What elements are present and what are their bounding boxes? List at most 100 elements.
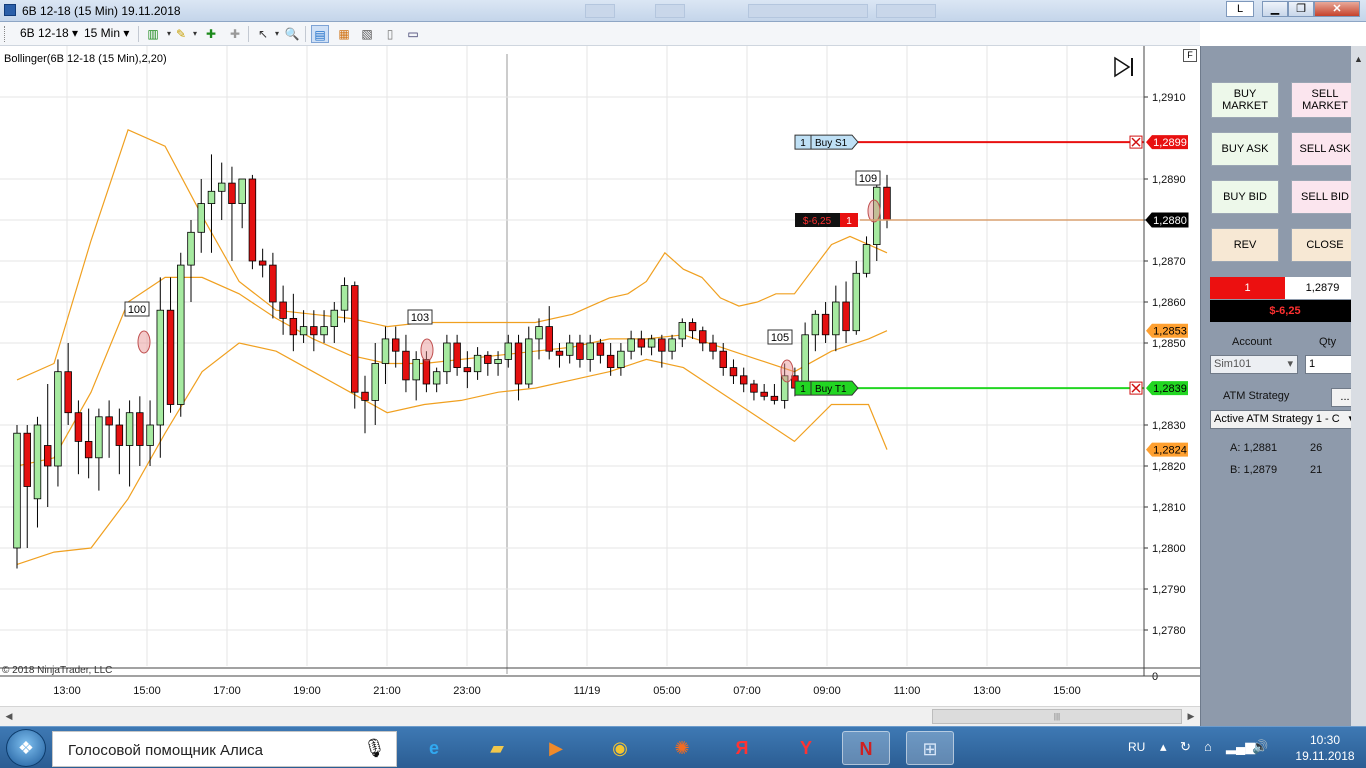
- candle-body: [33, 424, 42, 500]
- candle-body: [412, 358, 420, 381]
- maximize-button[interactable]: ❐: [1288, 1, 1314, 17]
- candle-body: [166, 309, 175, 405]
- horizontal-scrollbar[interactable]: ◀ ||| ▶: [0, 706, 1200, 726]
- close-button[interactable]: ✕: [1314, 1, 1360, 17]
- chart-area[interactable]: 100 103 105 109 1 Buy S1 1 Buy T1 $-6,25 1 13:00…: [0, 46, 1200, 726]
- instrument-selector[interactable]: 6B 12-18 ▾: [20, 26, 78, 40]
- bar-highlight: [780, 359, 794, 383]
- atm-strategy-label: ATM Strategy: [1223, 390, 1290, 402]
- explorer-icon[interactable]: ▰: [473, 731, 521, 765]
- show-hidden-icons-icon[interactable]: ▴: [1160, 739, 1167, 755]
- candle-body: [177, 264, 185, 405]
- clock-date[interactable]: 19.11.2018: [1290, 749, 1360, 763]
- candle-body: [13, 432, 21, 549]
- assistant-search-box[interactable]: Голосовой помощник Алиса 🎙: [52, 731, 397, 767]
- bar-count-label: 100: [124, 301, 150, 317]
- app-tray-icon[interactable]: ↻: [1180, 739, 1191, 755]
- toolbar-separator: [305, 26, 306, 42]
- candle-body: [555, 350, 564, 356]
- sell-bid-button[interactable]: SELL BID: [1291, 180, 1359, 214]
- minimize-button[interactable]: ▁: [1262, 1, 1288, 17]
- candle-body: [678, 322, 687, 340]
- control-panel-icon[interactable]: ⊞: [906, 731, 954, 765]
- candle-body: [473, 354, 482, 373]
- account-select[interactable]: Sim101 ▾: [1210, 355, 1298, 374]
- yandex-browser-icon[interactable]: Y: [782, 731, 830, 765]
- snapshot-icon[interactable]: ▭: [404, 25, 422, 43]
- microphone-icon[interactable]: 🎙: [363, 738, 386, 759]
- panel-scrollbar[interactable]: ▲: [1351, 46, 1366, 726]
- candle-body: [668, 338, 676, 352]
- titlebar-ghost-tab: [655, 4, 685, 18]
- candle-body: [84, 440, 93, 459]
- device-icon[interactable]: ⌂: [1204, 739, 1212, 754]
- candle-body: [351, 285, 359, 393]
- candle-body: [842, 301, 850, 332]
- candle-body: [862, 244, 871, 274]
- window-title: 6B 12-18 (15 Min) 19.11.2018: [22, 4, 181, 18]
- titlebar-ghost-tab: [585, 4, 615, 18]
- start-button[interactable]: ❖: [6, 729, 46, 767]
- ninjatrader-icon[interactable]: N: [842, 731, 890, 765]
- x-tick-label: 21:00: [373, 685, 401, 697]
- ask-size: 26: [1310, 442, 1323, 454]
- candle-body: [688, 322, 697, 332]
- toolbar-separator: [138, 26, 139, 42]
- chrome-icon[interactable]: ◉: [596, 731, 644, 765]
- bar-count-text: 103: [411, 312, 429, 324]
- yandex-icon[interactable]: Я: [718, 731, 766, 765]
- interval-selector[interactable]: 15 Min ▾: [84, 26, 129, 40]
- position-pnl: $-6,25: [1210, 300, 1360, 322]
- link-button[interactable]: L: [1226, 1, 1254, 17]
- network-icon[interactable]: ▂▄▆: [1226, 739, 1255, 755]
- ie-icon[interactable]: e: [410, 731, 458, 765]
- x-tick-label: 15:00: [133, 685, 161, 697]
- remove-indicator-icon[interactable]: ✚: [226, 25, 244, 43]
- bar-count-text: 100: [128, 304, 146, 316]
- candle-body: [514, 342, 523, 385]
- volume-icon[interactable]: 🔊: [1252, 739, 1268, 755]
- x-tick-label: 09:00: [813, 685, 841, 697]
- sell-ask-button[interactable]: SELL ASK: [1291, 132, 1359, 166]
- add-indicator-icon[interactable]: ✚: [202, 25, 220, 43]
- candle-body: [105, 416, 113, 426]
- atm-strategy-select[interactable]: Active ATM Strategy 1 - C ▾: [1210, 410, 1359, 429]
- candle-body: [627, 338, 635, 352]
- close-position-button[interactable]: CLOSE: [1291, 228, 1359, 262]
- candle-body: [525, 338, 533, 385]
- bar-highlight: [420, 338, 434, 362]
- circle-app-icon[interactable]: ✺: [658, 731, 706, 765]
- scroll-up-icon[interactable]: ▲: [1354, 54, 1363, 64]
- candle-body: [596, 342, 605, 356]
- buy-ask-button[interactable]: BUY ASK: [1211, 132, 1279, 166]
- buy-market-button[interactable]: BUY MARKET: [1211, 82, 1279, 118]
- language-indicator[interactable]: RU: [1128, 740, 1145, 754]
- y-tick-label: 1,2860: [1152, 297, 1186, 309]
- data-box-icon[interactable]: ▧: [358, 25, 376, 43]
- titlebar-ghost-tab: [876, 4, 936, 18]
- f-toggle[interactable]: F: [1183, 49, 1197, 62]
- scroll-right-icon[interactable]: ▶: [1184, 709, 1198, 723]
- chart-toolbar: 6B 12-18 ▾ 15 Min ▾ ▥ ▾ ✎ ▾ ✚ ✚ ↖ ▾ 🔍 ▤ …: [0, 22, 1200, 46]
- candle-body: [739, 375, 748, 385]
- toolbar-separator: [248, 26, 249, 42]
- zoom-icon[interactable]: 🔍: [283, 25, 301, 43]
- y-tick-label: 1,2800: [1152, 543, 1186, 555]
- scroll-left-icon[interactable]: ◀: [2, 709, 16, 723]
- price-chart[interactable]: 100 103 105 109 1 Buy S1 1 Buy T1 $-6,25 1 13:00…: [0, 46, 1200, 706]
- qty-value: 1: [1309, 358, 1316, 370]
- buy-bid-button[interactable]: BUY BID: [1211, 180, 1279, 214]
- candle-body: [289, 317, 298, 336]
- chevron-down-icon: ▾: [1287, 358, 1293, 370]
- clock-time[interactable]: 10:30: [1295, 733, 1355, 747]
- chart-trader-icon[interactable]: ▤: [311, 25, 329, 43]
- scroll-thumb[interactable]: |||: [932, 709, 1182, 724]
- media-player-icon[interactable]: ▶: [532, 731, 580, 765]
- x-tick-label: 23:00: [453, 685, 481, 697]
- sell-market-button[interactable]: SELL MARKET: [1291, 82, 1359, 118]
- y-tick-label: 1,2820: [1152, 461, 1186, 473]
- reverse-button[interactable]: REV: [1211, 228, 1279, 262]
- properties-icon[interactable]: ▯: [381, 25, 399, 43]
- strategies-icon[interactable]: ▦: [335, 25, 353, 43]
- candle-body: [340, 285, 349, 311]
